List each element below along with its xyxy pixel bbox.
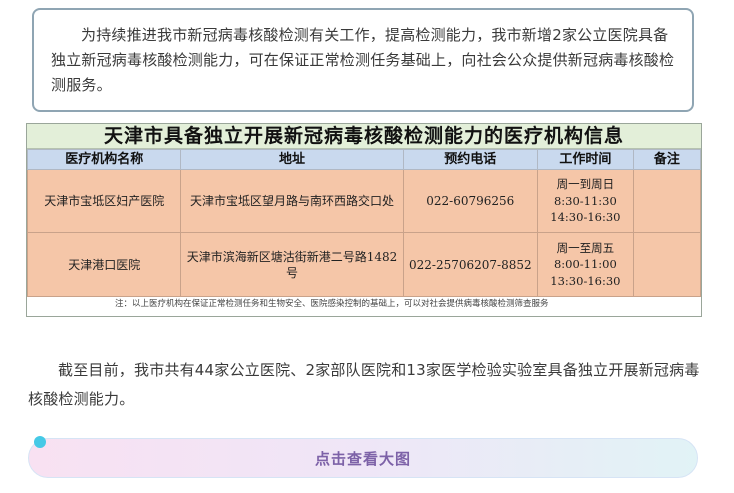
institution-remark bbox=[632, 232, 702, 297]
header-phone: 预约电话 bbox=[402, 149, 539, 170]
institution-hours: 周一到周日 8:30-11:30 14:30-16:30 bbox=[537, 169, 634, 233]
institution-address: 天津市滨海新区塘沽街新港二号路1482号 bbox=[180, 232, 404, 297]
view-large-image-button[interactable]: 点击查看大图 bbox=[28, 438, 698, 478]
hours-days: 周一至周五 bbox=[556, 240, 615, 255]
summary-text: 截至目前，我市共有44家公立医院、2家部队医院和13家医学检验实验室具备独立开展… bbox=[28, 361, 700, 408]
notice-text: 为持续推进我市新冠病毒核酸检测有关工作，提高检测能力，我市新增2家公立医院具备独… bbox=[51, 26, 675, 94]
institution-table: 医疗机构名称 地址 预约电话 工作时间 备注 天津市宝坻区妇产医院 天津市宝坻区… bbox=[26, 149, 702, 297]
table-title: 天津市具备独立开展新冠病毒核酸检测能力的医疗机构信息 bbox=[27, 124, 701, 149]
hours-afternoon: 13:30-16:30 bbox=[550, 273, 621, 288]
hours-morning: 8:30-11:30 bbox=[553, 193, 617, 208]
institution-name: 天津港口医院 bbox=[26, 232, 182, 297]
hours-afternoon: 14:30-16:30 bbox=[550, 210, 621, 225]
table-row: 天津港口医院 天津市滨海新区塘沽街新港二号路1482号 022-25706207… bbox=[26, 232, 702, 297]
notice-box: 为持续推进我市新冠病毒核酸检测有关工作，提高检测能力，我市新增2家公立医院具备独… bbox=[32, 8, 694, 112]
header-address: 地址 bbox=[180, 149, 404, 170]
hours-days: 周一到周日 bbox=[556, 177, 615, 192]
institution-remark bbox=[632, 169, 702, 233]
institution-hours: 周一至周五 8:00-11:00 13:30-16:30 bbox=[537, 232, 634, 297]
table-footnote: 注：以上医疗机构在保证正常检测任务和生物安全、医院感染控制的基础上，可以对社会提… bbox=[115, 299, 549, 309]
institution-name: 天津市宝坻区妇产医院 bbox=[26, 169, 182, 233]
hours-morning: 8:00-11:00 bbox=[553, 257, 617, 272]
table-header-row: 医疗机构名称 地址 预约电话 工作时间 备注 bbox=[26, 149, 702, 170]
institution-table-image: 天津市具备独立开展新冠病毒核酸检测能力的医疗机构信息 医疗机构名称 地址 预约电… bbox=[26, 123, 702, 317]
institution-phone: 022-25706207-8852 bbox=[402, 232, 539, 297]
header-remark: 备注 bbox=[632, 149, 702, 170]
institution-phone: 022-60796256 bbox=[402, 169, 539, 233]
header-name: 医疗机构名称 bbox=[26, 149, 182, 170]
header-hours: 工作时间 bbox=[537, 149, 634, 170]
institution-address: 天津市宝坻区望月路与南环西路交口处 bbox=[180, 169, 404, 233]
table-row: 天津市宝坻区妇产医院 天津市宝坻区望月路与南环西路交口处 022-6079625… bbox=[26, 169, 702, 233]
decorative-dot-icon bbox=[34, 436, 46, 448]
summary-paragraph: 截至目前，我市共有44家公立医院、2家部队医院和13家医学检验实验室具备独立开展… bbox=[28, 356, 708, 414]
